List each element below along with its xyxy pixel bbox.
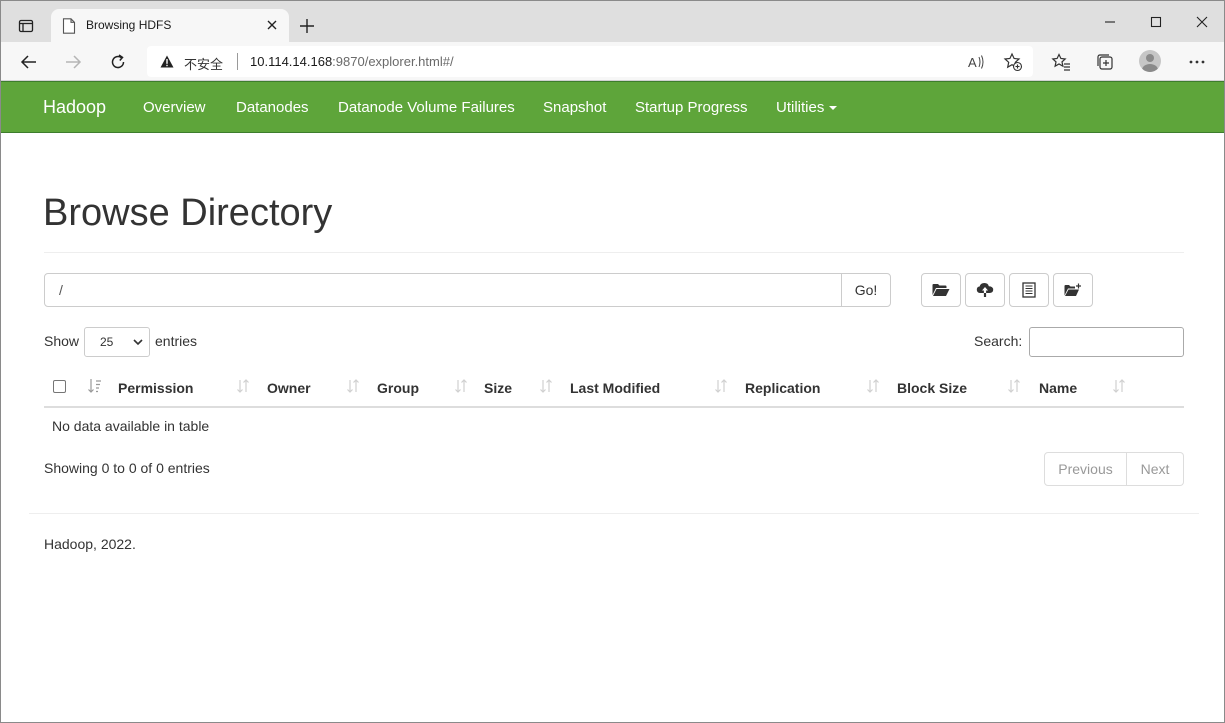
nav-startup-progress[interactable]: Startup Progress — [635, 99, 748, 116]
sort-icon[interactable] — [236, 378, 250, 394]
sort-descending-icon[interactable] — [88, 378, 102, 394]
address-separator — [237, 53, 238, 70]
footer-text: Hadoop, 2022. — [44, 536, 136, 552]
column-header-group[interactable]: Group — [377, 380, 419, 396]
new-folder-icon — [1064, 283, 1081, 296]
svg-text:A: A — [968, 55, 977, 70]
upload-files-button[interactable] — [965, 273, 1005, 307]
plus-icon[interactable] — [295, 14, 319, 38]
caret-down-icon — [829, 106, 838, 111]
column-header-replication[interactable]: Replication — [745, 380, 820, 396]
sort-icon[interactable] — [1007, 378, 1021, 394]
page-favicon-icon — [62, 18, 76, 34]
page-title: Browse Directory — [43, 192, 333, 234]
go-button[interactable]: Go! — [841, 273, 891, 307]
browser-tab-strip: Browsing HDFS — [1, 1, 1224, 42]
avatar-body — [1142, 64, 1158, 72]
browser-tab[interactable]: Browsing HDFS — [51, 9, 289, 42]
column-header-owner[interactable]: Owner — [267, 380, 311, 396]
browser-toolbar: 不安全 10.114.14.168:9870/explorer.html#/ A — [1, 42, 1224, 81]
tab-title: Browsing HDFS — [86, 18, 172, 32]
nav-utilities-dropdown[interactable]: Utilities — [776, 99, 838, 116]
hadoop-navbar: Hadoop Overview Datanodes Datanode Volum… — [1, 81, 1224, 133]
previous-button[interactable]: Previous — [1044, 452, 1127, 486]
url-text[interactable]: 10.114.14.168:9870/explorer.html#/ — [250, 54, 454, 69]
footer-divider — [29, 513, 1199, 514]
list-icon — [1022, 282, 1036, 298]
read-aloud-icon[interactable]: A — [966, 52, 986, 72]
chevron-down-icon — [133, 339, 143, 346]
table-header: Permission Owner Group Size Last Modifie… — [44, 367, 1184, 408]
arrow-right-icon[interactable] — [60, 49, 86, 75]
show-label: Show — [44, 333, 80, 349]
arrow-left-icon[interactable] — [16, 49, 42, 75]
brand-link[interactable]: Hadoop — [43, 97, 106, 118]
new-folder-button[interactable] — [1053, 273, 1093, 307]
sort-icon[interactable] — [866, 378, 880, 394]
table-info: Showing 0 to 0 of 0 entries — [44, 460, 210, 476]
pagination: Previous Next — [1044, 452, 1184, 486]
close-window-icon[interactable] — [1189, 10, 1215, 34]
directory-path-input[interactable] — [44, 273, 842, 307]
column-header-name[interactable]: Name — [1039, 380, 1077, 396]
url-path: :9870/explorer.html#/ — [332, 54, 454, 69]
nav-snapshot[interactable]: Snapshot — [543, 99, 606, 116]
collections-icon[interactable] — [1093, 50, 1117, 74]
nav-datanode-volume-failures[interactable]: Datanode Volume Failures — [338, 99, 515, 116]
avatar-icon[interactable] — [1139, 50, 1161, 72]
tab-actions-icon[interactable] — [13, 13, 39, 39]
next-button[interactable]: Next — [1127, 452, 1184, 486]
avatar-head — [1146, 54, 1154, 62]
star-add-icon[interactable] — [1003, 52, 1023, 72]
sort-icon[interactable] — [346, 378, 360, 394]
cut-paste-button[interactable] — [1009, 273, 1049, 307]
warning-icon[interactable] — [160, 55, 174, 68]
folder-open-icon — [932, 284, 950, 296]
more-icon[interactable] — [1185, 50, 1209, 74]
cloud-upload-icon — [976, 283, 994, 297]
refresh-icon[interactable] — [105, 49, 131, 75]
select-all-checkbox[interactable] — [53, 380, 66, 393]
sort-icon[interactable] — [1112, 378, 1126, 394]
sort-icon[interactable] — [539, 378, 553, 394]
security-label[interactable]: 不安全 — [184, 54, 223, 73]
close-icon[interactable] — [263, 16, 281, 34]
maximize-icon[interactable] — [1143, 10, 1169, 34]
entries-label: entries — [155, 333, 198, 349]
search-input[interactable] — [1029, 327, 1184, 357]
page-length-value: 25 — [100, 335, 114, 349]
nav-overview[interactable]: Overview — [143, 99, 206, 116]
empty-table-message: No data available in table — [52, 418, 210, 434]
nav-utilities-label: Utilities — [776, 99, 825, 116]
minimize-icon[interactable] — [1097, 10, 1123, 34]
page-length-select[interactable]: 25 — [84, 327, 150, 357]
sort-icon[interactable] — [454, 378, 468, 394]
favorites-icon[interactable] — [1049, 50, 1073, 74]
column-header-size[interactable]: Size — [484, 380, 512, 396]
url-host: 10.114.14.168 — [250, 54, 333, 69]
column-header-permission[interactable]: Permission — [118, 380, 193, 396]
column-header-block-size[interactable]: Block Size — [897, 380, 967, 396]
sort-icon[interactable] — [714, 378, 728, 394]
column-header-last-modified[interactable]: Last Modified — [570, 380, 660, 396]
address-bar[interactable]: 不安全 10.114.14.168:9870/explorer.html#/ A — [147, 46, 1033, 77]
search-label: Search: — [974, 333, 1023, 349]
title-divider — [44, 252, 1184, 253]
create-directory-button[interactable] — [921, 273, 961, 307]
nav-datanodes[interactable]: Datanodes — [236, 99, 309, 116]
